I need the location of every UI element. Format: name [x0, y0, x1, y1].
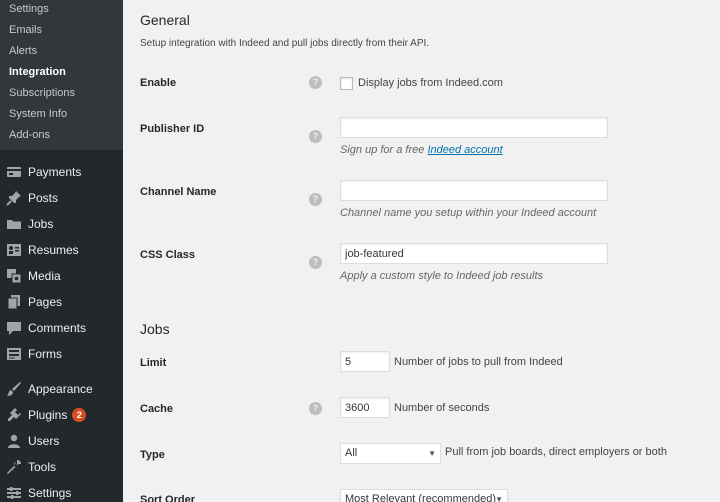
sidebar-item-comments[interactable]: Comments: [0, 317, 123, 339]
integration-settings-panel: General Setup integration with Indeed an…: [123, 0, 720, 502]
sidebar-item-label: Plugins 2: [28, 408, 87, 422]
sidebar-item-label: Posts: [28, 191, 59, 205]
type-select[interactable]: All ▼: [340, 443, 441, 464]
resume-icon: [7, 244, 21, 256]
tools-icon: [7, 460, 21, 474]
sidebar-item-label: Comments: [28, 321, 87, 335]
submenu-item-settings[interactable]: Settings: [9, 2, 49, 16]
plugins-update-badge: 2: [72, 408, 87, 422]
submenu-item-subscriptions[interactable]: Subscriptions: [9, 86, 75, 100]
sidebar-item-tools[interactable]: Tools: [0, 456, 123, 478]
css-class-label: CSS Class: [140, 249, 196, 261]
general-section-title: General: [140, 12, 190, 28]
sidebar-item-resumes[interactable]: Resumes: [0, 239, 123, 261]
enable-indeed-checkbox[interactable]: [340, 77, 353, 90]
cache-label: Cache: [140, 403, 174, 415]
sidebar-item-settings[interactable]: Settings: [0, 482, 123, 502]
appearance-icon: [7, 382, 21, 396]
submenu-item-alerts[interactable]: Alerts: [9, 44, 37, 58]
help-icon[interactable]: ?: [309, 76, 322, 89]
sidebar-item-forms[interactable]: Forms: [0, 343, 123, 365]
channel-name-label: Channel Name: [140, 186, 217, 198]
sort-order-label: Sort Order: [140, 494, 196, 502]
help-icon[interactable]: ?: [309, 402, 322, 415]
publisher-id-label: Publisher ID: [140, 123, 205, 135]
payments-icon: [7, 167, 21, 177]
submenu-item-emails[interactable]: Emails: [9, 23, 42, 37]
type-label: Type: [140, 449, 165, 461]
limit-label: Limit: [140, 357, 167, 369]
pin-icon: [6, 191, 21, 206]
publisher-id-input[interactable]: [340, 117, 608, 138]
sidebar-item-label: Tools: [28, 460, 57, 474]
css-class-input[interactable]: [340, 243, 608, 264]
limit-input[interactable]: [340, 351, 390, 372]
folder-icon: [7, 220, 21, 229]
sidebar-item-users[interactable]: Users: [0, 430, 123, 452]
submenu-item-add-ons[interactable]: Add-ons: [9, 128, 50, 142]
settings-submenu: Settings Emails Alerts Integration Subsc…: [0, 0, 123, 150]
sidebar-item-label: Jobs: [28, 217, 54, 231]
enable-label: Enable: [140, 77, 177, 89]
publisher-id-note: Sign up for a free Indeed account: [340, 144, 503, 156]
sidebar-item-payments[interactable]: Payments: [0, 161, 123, 183]
admin-sidebar: Settings Emails Alerts Integration Subsc…: [0, 0, 123, 502]
sidebar-item-jobs[interactable]: Jobs: [0, 213, 123, 235]
limit-note: Number of jobs to pull from Indeed: [394, 356, 563, 368]
media-icon: [7, 269, 22, 284]
help-icon[interactable]: ?: [309, 130, 322, 143]
sidebar-item-label: Appearance: [28, 382, 93, 396]
channel-name-note: Channel name you setup within your Indee…: [340, 207, 597, 219]
sidebar-item-media[interactable]: Media: [0, 265, 123, 287]
chevron-down-icon: ▼: [428, 449, 436, 458]
sidebar-item-label: Settings: [28, 486, 72, 500]
sidebar-item-label: Pages: [28, 295, 63, 309]
help-icon[interactable]: ?: [309, 193, 322, 206]
help-icon[interactable]: ?: [309, 256, 322, 269]
cache-input[interactable]: [340, 397, 390, 418]
sidebar-item-pages[interactable]: Pages: [0, 291, 123, 313]
submenu-item-integration[interactable]: Integration: [9, 65, 66, 79]
css-class-note: Apply a custom style to Indeed job resul…: [340, 270, 543, 282]
sidebar-item-label: Resumes: [28, 243, 79, 257]
sidebar-item-appearance[interactable]: Appearance: [0, 378, 123, 400]
submenu-item-system-info[interactable]: System Info: [9, 107, 67, 121]
sidebar-item-label: Users: [28, 434, 60, 448]
general-section-description: Setup integration with Indeed and pull j…: [140, 38, 430, 49]
sidebar-item-label: Forms: [28, 347, 62, 361]
users-icon: [8, 434, 20, 448]
channel-name-input[interactable]: [340, 180, 608, 201]
type-note: Pull from job boards, direct employers o…: [445, 446, 667, 458]
sidebar-item-plugins[interactable]: Plugins 2: [0, 404, 123, 426]
chevron-down-icon: ▼: [495, 495, 503, 502]
sort-order-select[interactable]: Most Relevant (recommended) ▼: [340, 489, 508, 502]
settings-icon: [7, 487, 21, 499]
cache-note: Number of seconds: [394, 402, 490, 414]
plugins-icon: [8, 408, 21, 421]
pages-icon: [7, 295, 20, 310]
sidebar-item-label: Payments: [28, 165, 82, 179]
sidebar-item-label: Media: [28, 269, 61, 283]
forms-icon: [7, 348, 21, 360]
sidebar-item-posts[interactable]: Posts: [0, 187, 123, 209]
jobs-section-title: Jobs: [140, 321, 170, 337]
comments-icon: [7, 322, 21, 335]
indeed-account-link[interactable]: Indeed account: [427, 144, 502, 156]
enable-indeed-checkbox-label[interactable]: Display jobs from Indeed.com: [358, 77, 503, 90]
